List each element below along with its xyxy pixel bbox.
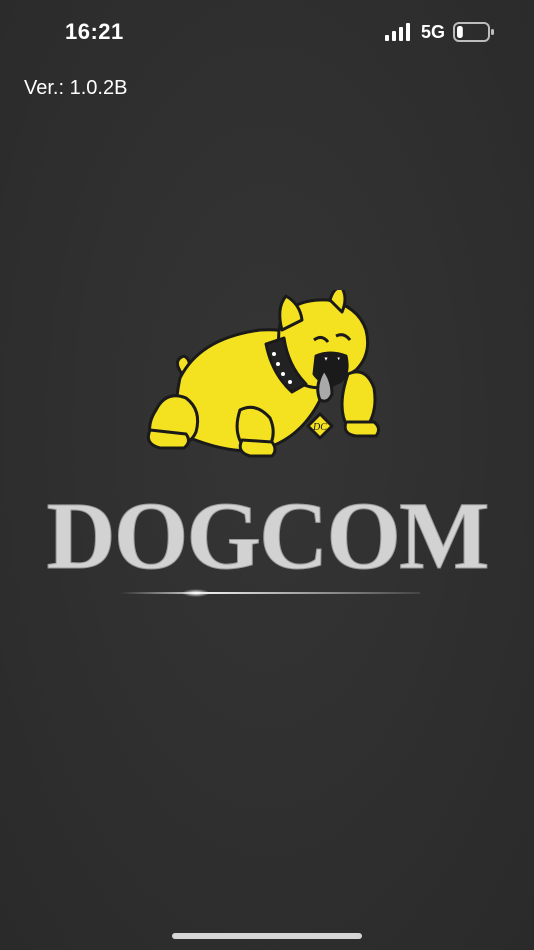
light-streak bbox=[120, 592, 420, 594]
home-indicator[interactable] bbox=[172, 933, 362, 939]
logo-badge-text: DC bbox=[312, 422, 327, 433]
network-type: 5G bbox=[421, 22, 446, 42]
bulldog-logo-icon: DC DOGCOM bbox=[46, 286, 490, 597]
status-bar: 16:21 5G bbox=[0, 0, 534, 64]
dogcom-wordmark: DOGCOM bbox=[46, 482, 487, 589]
battery-icon bbox=[453, 22, 494, 42]
bulldog-illustration bbox=[146, 286, 381, 458]
status-time: 16:21 bbox=[65, 19, 124, 44]
splash-screen: 16:21 5G Ver.: 1.0.2B DC DOGCOM bbox=[0, 0, 534, 950]
signal-bars-icon bbox=[385, 23, 410, 41]
version-label: Ver.: 1.0.2B bbox=[24, 77, 128, 99]
dogcom-logo: DC DOGCOM bbox=[30, 286, 504, 610]
